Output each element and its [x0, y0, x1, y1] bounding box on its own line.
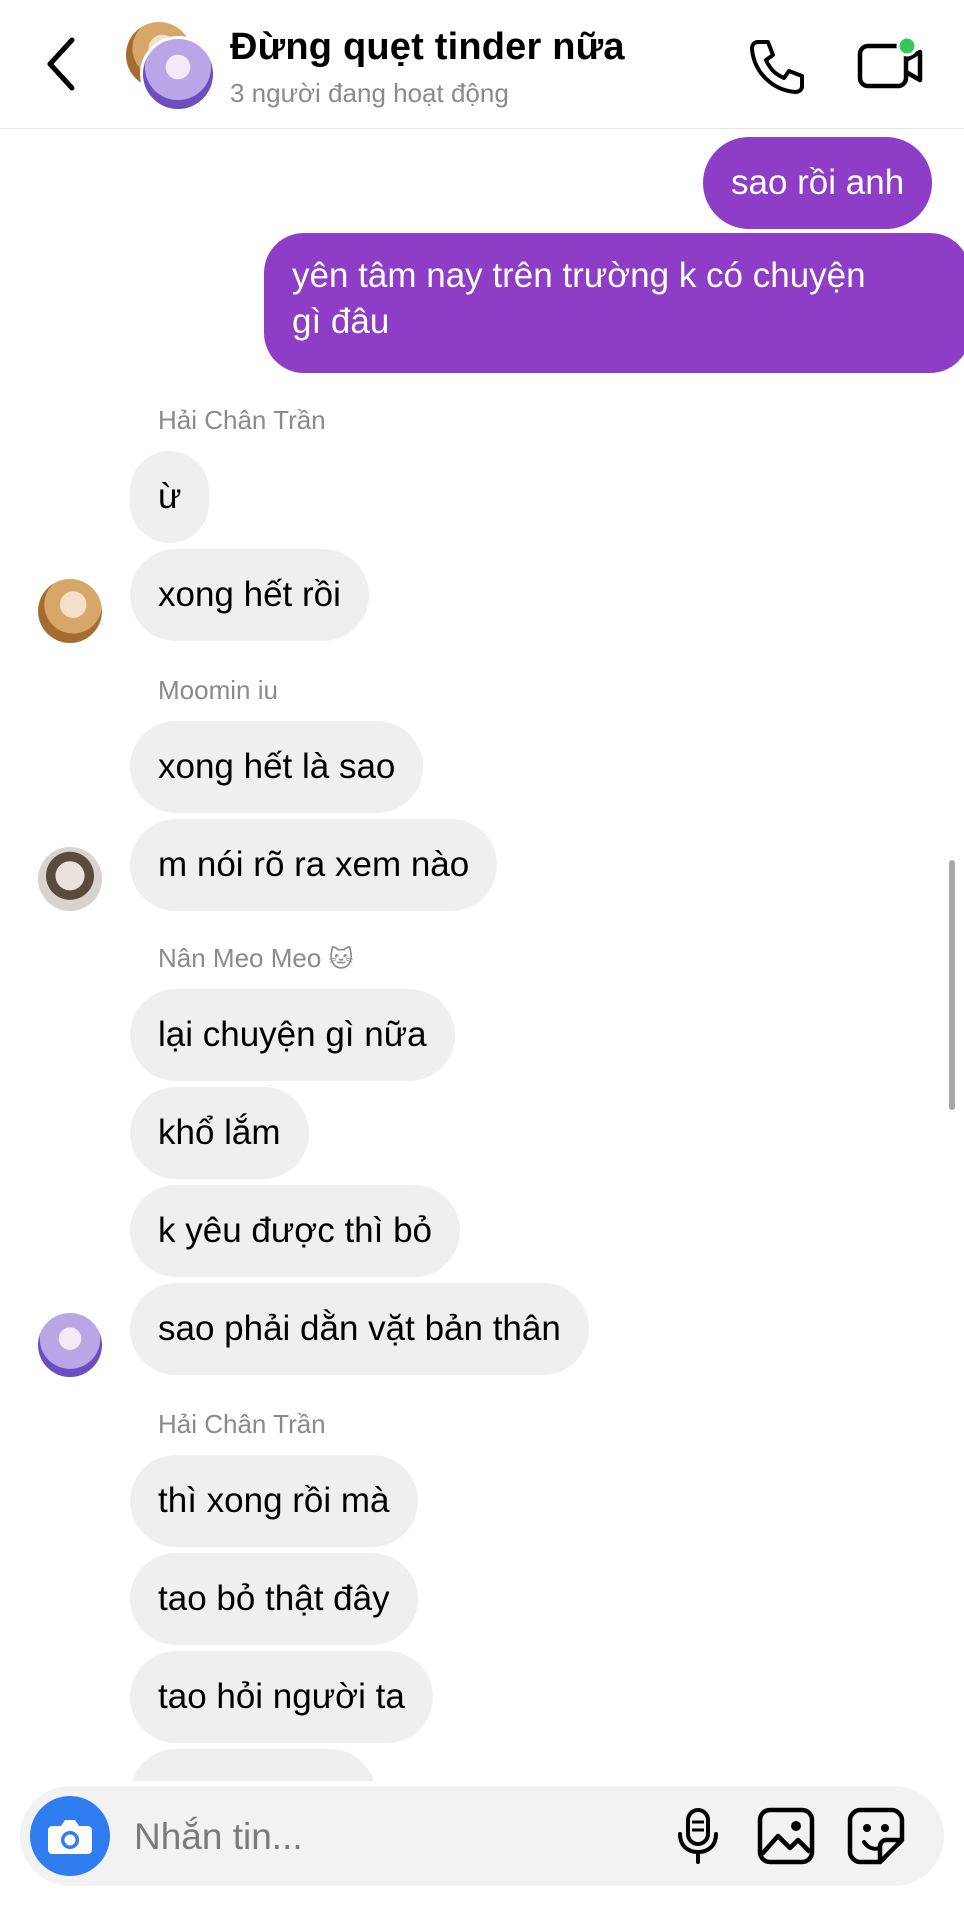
message-composer — [20, 1786, 944, 1886]
sender-name: Hải Chân Trần — [158, 1409, 326, 1439]
message-line: gì đâu — [292, 302, 390, 341]
video-camera-icon[interactable] — [856, 34, 926, 94]
active-status: 3 người đang hoạt động — [230, 78, 509, 108]
message-input[interactable] — [132, 1806, 656, 1868]
avatar[interactable] — [38, 1313, 102, 1377]
camera-icon — [48, 1820, 92, 1854]
message-bubble[interactable]: thì xong rồi mà — [130, 1455, 418, 1547]
sender-name: Hải Chân Trần — [158, 405, 326, 435]
avatar — [140, 36, 216, 112]
message-bubble[interactable]: sao rồi anh — [703, 137, 933, 229]
image-icon[interactable] — [756, 1806, 816, 1866]
message-bubble[interactable]: xong hết rồi — [130, 549, 369, 641]
camera-button[interactable] — [30, 1796, 110, 1876]
message-bubble[interactable]: tao bỏ thật đây — [130, 1553, 418, 1645]
message-bubble[interactable]: k yêu được thì bỏ — [130, 1185, 461, 1277]
message-bubble[interactable]: m nói rõ ra xem nào — [130, 819, 498, 911]
avatar[interactable] — [38, 847, 102, 911]
scrollbar[interactable] — [949, 860, 955, 1110]
message-bubble-partial[interactable] — [130, 1749, 376, 1781]
message-bubble[interactable]: khổ lắm — [130, 1087, 309, 1179]
phone-icon[interactable] — [744, 34, 808, 98]
message-bubble[interactable]: ừ — [130, 451, 210, 543]
group-avatar[interactable] — [126, 22, 216, 112]
sender-name-text: Nân Meo Meo — [158, 943, 322, 973]
message-bubble[interactable]: xong hết là sao — [130, 721, 424, 813]
message-line: yên tâm nay trên trường k có chuyện — [292, 256, 866, 295]
message-bubble[interactable]: tao hỏi người ta — [130, 1651, 433, 1743]
chat-title[interactable]: Đừng quẹt tinder nữa — [230, 26, 625, 69]
message-bubble[interactable]: yên tâm nay trên trường k có chuyện gì đ… — [264, 233, 964, 373]
sender-name: Moomin iu — [158, 675, 278, 705]
avatar[interactable] — [38, 579, 102, 643]
message-list[interactable]: sao rồi anh yên tâm nay trên trường k có… — [0, 129, 964, 1781]
microphone-icon[interactable] — [670, 1806, 726, 1866]
message-bubble[interactable]: lại chuyện gì nữa — [130, 989, 455, 1081]
chat-header: Đừng quẹt tinder nữa 3 người đang hoạt đ… — [0, 0, 964, 129]
sender-name: Nân Meo Meo 🐱 — [158, 943, 354, 974]
cat-emoji-icon: 🐱 — [328, 945, 354, 973]
message-bubble[interactable]: sao phải dằn vặt bản thân — [130, 1283, 589, 1375]
sticker-icon[interactable] — [846, 1806, 906, 1866]
active-dot-icon — [896, 35, 918, 57]
chevron-left-icon[interactable] — [42, 34, 82, 94]
